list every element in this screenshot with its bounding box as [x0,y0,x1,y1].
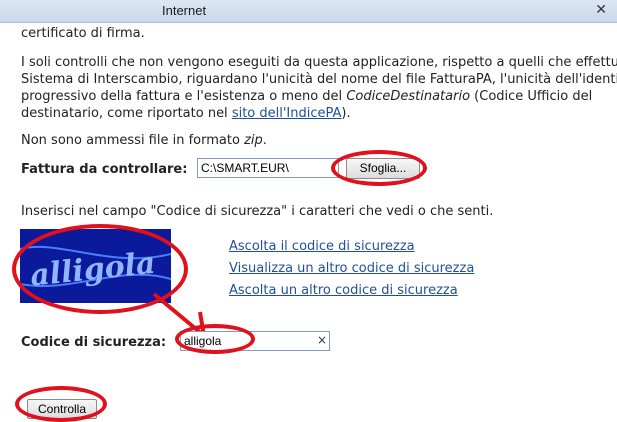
check-button[interactable]: Controlla [27,399,97,419]
new-captcha-link[interactable]: Visualizza un altro codice di sicurezza [229,260,474,277]
intro-line-4-b: ). [341,106,351,121]
clear-input-icon[interactable]: × [317,333,327,347]
intro-line-0: certificato di firma. [21,26,145,41]
zip-note-c: . [262,133,267,148]
indicepa-link[interactable]: sito dell'IndicePA [232,106,342,121]
intro-line-3-a: progressivo della fattura e l'esistenza … [21,89,347,104]
codice-destinatario-term: CodiceDestinatario [346,89,471,104]
browser-titlebar: Internet ✕ [0,0,617,23]
security-code-input[interactable]: alligola [180,331,330,351]
intro-line-4-a: destinatario, come riportato nel [21,106,232,121]
captcha-instruction: Inserisci nel campo "Codice di sicurezza… [21,204,494,219]
window-title: Internet [162,3,207,18]
zip-note-a: Non sono ammessi file in formato [21,133,245,148]
listen-new-captcha-link[interactable]: Ascolta un altro codice di sicurezza [229,282,458,299]
captcha-text: alligola [29,246,157,294]
browse-button[interactable]: Sfoglia... [346,158,420,179]
intro-line-3-c: (Codice Ufficio del [470,89,593,104]
invoice-label: Fattura da controllare: [21,162,188,177]
security-code-label: Codice di sicurezza: [21,335,167,350]
listen-captcha-link[interactable]: Ascolta il codice di sicurezza [229,238,415,255]
invoice-file-field[interactable]: C:\SMART.EUR\ [197,158,339,178]
zip-note: Non sono ammessi file in formato zip. [21,132,267,149]
intro-line-3: progressivo della fattura e l'esistenza … [21,88,592,105]
captcha-graphic: alligola [19,246,172,294]
intro-line-2: Sistema di Interscambio, riguardano l'un… [21,72,617,87]
close-window-icon[interactable]: ✕ [595,2,607,18]
intro-line-4: destinatario, come riportato nel sito de… [21,105,351,122]
intro-line-1: I soli controlli che non vengono eseguit… [21,55,617,70]
captcha-image: alligola [19,229,172,303]
zip-term: zip [244,133,263,148]
